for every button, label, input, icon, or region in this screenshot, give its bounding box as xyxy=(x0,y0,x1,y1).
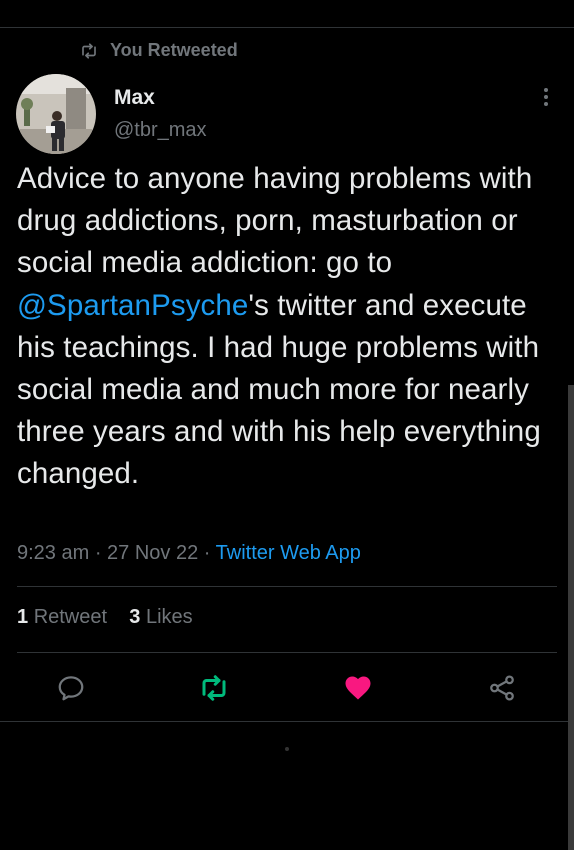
tweet-source[interactable]: Twitter Web App xyxy=(216,542,361,564)
avatar[interactable] xyxy=(16,74,96,154)
retweets-label: Retweet xyxy=(33,606,108,628)
likes-count: 3 xyxy=(129,606,141,628)
tweet-date[interactable]: 27 Nov 22 xyxy=(107,542,198,564)
stats-bottom-divider xyxy=(17,652,557,653)
meta-separator: · xyxy=(198,542,216,564)
share-icon[interactable] xyxy=(487,673,517,703)
tweet-meta: 9:23 am · 27 Nov 22 · Twitter Web App xyxy=(17,542,361,565)
tweet-time[interactable]: 9:23 am xyxy=(17,542,89,564)
tweet-text: Advice to anyone having problems with dr… xyxy=(17,158,565,496)
likes-stat[interactable]: 3 Likes xyxy=(129,606,192,628)
stats-top-divider xyxy=(17,586,557,587)
retweet-small-icon xyxy=(82,42,96,59)
more-icon[interactable] xyxy=(536,88,556,110)
author-name[interactable]: Max xyxy=(114,86,155,110)
reply-icon[interactable] xyxy=(56,673,86,703)
author-handle[interactable]: @tbr_max xyxy=(114,119,207,142)
top-divider xyxy=(0,27,574,28)
retweets-count: 1 xyxy=(17,606,29,628)
loading-dot xyxy=(285,747,289,751)
mention-link[interactable]: @SpartanPsyche xyxy=(17,289,248,322)
tweet-text-before: Advice to anyone having problems with dr… xyxy=(17,162,533,280)
likes-label: Likes xyxy=(145,606,193,628)
retweet-context: You Retweeted xyxy=(80,40,238,61)
retweet-icon[interactable] xyxy=(198,673,230,703)
tweet-stats: 1 Retweet 3 Likes xyxy=(17,606,193,629)
retweet-context-label: You Retweeted xyxy=(110,40,238,60)
meta-separator: · xyxy=(89,542,108,564)
like-icon[interactable] xyxy=(342,673,374,703)
scrollbar[interactable] xyxy=(568,385,574,850)
bottom-divider xyxy=(0,721,574,722)
retweets-stat[interactable]: 1 Retweet xyxy=(17,606,107,628)
